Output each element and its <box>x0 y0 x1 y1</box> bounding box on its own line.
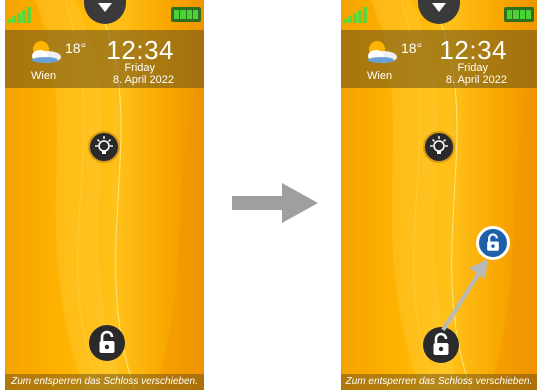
partly-cloudy-icon <box>32 41 61 63</box>
battery-full-icon <box>171 7 201 22</box>
notification-pull-handle[interactable] <box>83 0 126 24</box>
unlock-handle-dragged[interactable] <box>476 226 510 260</box>
chevron-down-icon <box>97 3 112 12</box>
drag-gesture-arrow <box>441 259 488 332</box>
unlock-hint-text: Zum entsperren das Schloss verschieben. <box>11 376 198 387</box>
temperature-text: 18° <box>65 40 87 56</box>
clock-day: Friday <box>124 62 155 74</box>
padlock-icon <box>487 233 499 251</box>
lightbulb-icon <box>95 136 113 154</box>
padlock-icon <box>99 330 115 353</box>
clock-date: 8. April 2022 <box>112 74 174 86</box>
city-text: Wien <box>31 70 57 82</box>
weather-clock-panel: 18° Wien 12:34 Friday 8. April 2022 <box>5 30 204 88</box>
signal-bars-icon <box>7 7 31 23</box>
hint-bar: Zum entsperren das Schloss verschieben. <box>5 374 204 390</box>
unlock-handle[interactable] <box>89 325 125 361</box>
lockscreen-before: 18° Wien 12:34 Friday 8. April 2022 Zum … <box>5 0 204 390</box>
right-arrow-icon <box>232 183 318 223</box>
flashlight-button[interactable] <box>88 131 120 163</box>
status-bar <box>5 0 204 28</box>
